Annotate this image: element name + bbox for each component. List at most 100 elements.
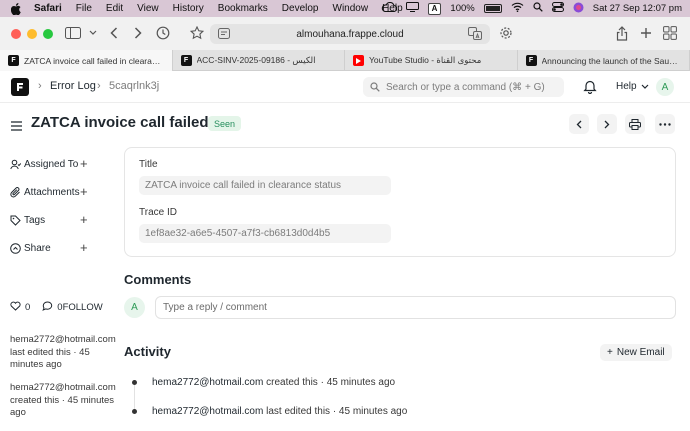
frappe-logo-icon[interactable] [11, 78, 29, 96]
menubar-clock[interactable]: Sat 27 Sep 12:07 pm [593, 3, 682, 14]
tab-overview-icon[interactable] [661, 24, 679, 42]
menu-file[interactable]: File [76, 3, 92, 14]
share-icon[interactable] [613, 24, 631, 42]
zoom-window-button[interactable] [43, 28, 53, 39]
menu-hamburger-icon[interactable] [11, 118, 22, 136]
sidebar-item-label: Share [24, 242, 51, 254]
browser-tab[interactable]: YouTube Studio - محتوى القناة [345, 50, 518, 71]
menu-history[interactable]: History [173, 3, 204, 14]
more-actions-button[interactable] [655, 114, 675, 134]
sidebar-item-tags[interactable]: Tags [10, 213, 45, 227]
activity-heading: Activity [124, 344, 171, 359]
tag-icon [10, 215, 22, 226]
comment-input[interactable]: Type a reply / comment [155, 296, 676, 319]
app-navbar: › Error Log › 5caqrlnk3j Search or type … [0, 72, 690, 103]
add-tag-plus-icon[interactable]: + [80, 213, 88, 226]
awesomebar-search[interactable]: Search or type a command (⌘ + G) [363, 77, 564, 97]
heart-icon[interactable] [10, 301, 21, 314]
printer-icon [629, 118, 641, 130]
browser-tab[interactable]: F ZATCA invoice call failed in clearance… [0, 50, 173, 71]
comments-heading: Comments [124, 272, 192, 287]
new-email-button[interactable]: + New Email [600, 344, 672, 361]
close-window-button[interactable] [11, 28, 21, 39]
likes-count: 0 [25, 302, 31, 313]
help-dropdown[interactable]: Help [616, 81, 649, 92]
timeline-text: last edited this · 45 minutes ago [266, 406, 408, 417]
address-bar[interactable]: almouhana.frappe.cloud [210, 24, 490, 44]
sidebar-activity-item: hema2772@hotmail.com created this · 45 m… [10, 382, 118, 420]
paperclip-icon [10, 186, 22, 198]
control-center-icon[interactable] [551, 2, 564, 15]
screen-mirror-icon[interactable] [405, 2, 419, 15]
browser-tab[interactable]: F Announcing the launch of the Saudi Z..… [518, 50, 690, 71]
sidebar-item-share[interactable]: Share [10, 241, 51, 255]
breadcrumb-doc[interactable]: 5caqrlnk3j [109, 80, 159, 92]
comment-icon[interactable] [42, 301, 53, 314]
tab-title: ZATCA invoice call failed in clearance..… [24, 55, 164, 66]
page-head: ZATCA invoice call failed... Seen [0, 104, 690, 142]
sidebar-item-assigned-to[interactable]: Assigned To [10, 157, 78, 171]
menu-window[interactable]: Window [333, 3, 369, 14]
add-share-plus-icon[interactable]: + [80, 241, 88, 254]
battery-icon[interactable] [483, 4, 502, 13]
sidebar-activity-item: hema2772@hotmail.com last edited this · … [10, 334, 118, 372]
activity-user[interactable]: hema2772@hotmail.com [10, 382, 118, 395]
previous-doc-button[interactable] [569, 114, 589, 134]
breadcrumb-doctype[interactable]: Error Log [50, 80, 96, 92]
search-spotlight-icon[interactable] [533, 2, 543, 15]
menu-app-name[interactable]: Safari [34, 3, 62, 14]
window-controls [11, 28, 53, 39]
menu-bookmarks[interactable]: Bookmarks [218, 3, 268, 14]
cloud-icon[interactable] [381, 1, 397, 15]
chevron-right-icon: › [97, 80, 101, 92]
menu-view[interactable]: View [137, 3, 159, 14]
trace-id-field[interactable]: 1ef8ae32-a6e5-4507-a7f3-cb6813d0d4b5 [139, 224, 391, 243]
timeline-text: created this · 45 minutes ago [266, 377, 396, 388]
minimize-window-button[interactable] [27, 28, 37, 39]
sidebar-toggle-icon[interactable] [64, 24, 82, 42]
new-tab-plus-icon[interactable] [637, 24, 655, 42]
macos-menubar: Safari File Edit View History Bookmarks … [0, 0, 690, 17]
tab-title: Announcing the launch of the Saudi Z... [541, 55, 682, 66]
print-button[interactable] [625, 114, 645, 134]
add-assignment-plus-icon[interactable]: + [80, 157, 88, 170]
input-source-badge[interactable]: A [427, 2, 442, 15]
tab-title: ACC-SINV-2025-09186 - الكيس [196, 55, 316, 65]
menu-develop[interactable]: Develop [282, 3, 319, 14]
title-field[interactable]: ZATCA invoice call failed in clearance s… [139, 176, 391, 195]
forward-button[interactable] [129, 24, 147, 42]
site-settings-icon[interactable] [218, 28, 230, 42]
siri-icon[interactable] [573, 2, 584, 16]
url-text[interactable]: almouhana.frappe.cloud [296, 29, 403, 40]
comments-follow-count[interactable]: 0FOLLOW [57, 302, 102, 313]
apple-icon[interactable] [10, 2, 22, 15]
back-button[interactable] [105, 24, 123, 42]
browser-tab-bar: F ZATCA invoice call failed in clearance… [0, 50, 690, 71]
plus-icon: + [607, 347, 613, 358]
chevron-down-icon [641, 84, 649, 89]
timeline-user[interactable]: hema2772@hotmail.com [152, 406, 263, 417]
frappe-favicon-icon: F [180, 55, 192, 66]
activity-user[interactable]: hema2772@hotmail.com [10, 334, 118, 347]
frappe-favicon-icon: F [525, 55, 537, 66]
history-icon[interactable] [154, 24, 172, 42]
search-placeholder: Search or type a command (⌘ + G) [386, 81, 545, 93]
assign-icon [10, 159, 22, 170]
browser-tab[interactable]: F ACC-SINV-2025-09186 - الكيس [173, 50, 345, 71]
timeline-user[interactable]: hema2772@hotmail.com [152, 377, 263, 388]
sidebar-item-attachments[interactable]: Attachments [10, 185, 80, 199]
chevron-down-icon[interactable] [84, 24, 102, 42]
user-avatar[interactable]: A [656, 78, 674, 96]
wifi-icon[interactable] [511, 2, 524, 15]
sidebar-item-label: Tags [24, 214, 46, 226]
status-badge: Seen [208, 116, 242, 131]
timeline-item: hema2772@hotmail.com created this · 45 m… [152, 377, 395, 388]
add-attachment-plus-icon[interactable]: + [80, 185, 88, 198]
translate-icon[interactable] [468, 27, 482, 43]
next-doc-button[interactable] [597, 114, 617, 134]
gear-icon[interactable] [497, 24, 515, 42]
help-label: Help [616, 81, 637, 92]
notification-bell-icon[interactable] [583, 79, 597, 99]
star-bookmark-icon[interactable] [188, 24, 206, 42]
menu-edit[interactable]: Edit [106, 3, 123, 14]
